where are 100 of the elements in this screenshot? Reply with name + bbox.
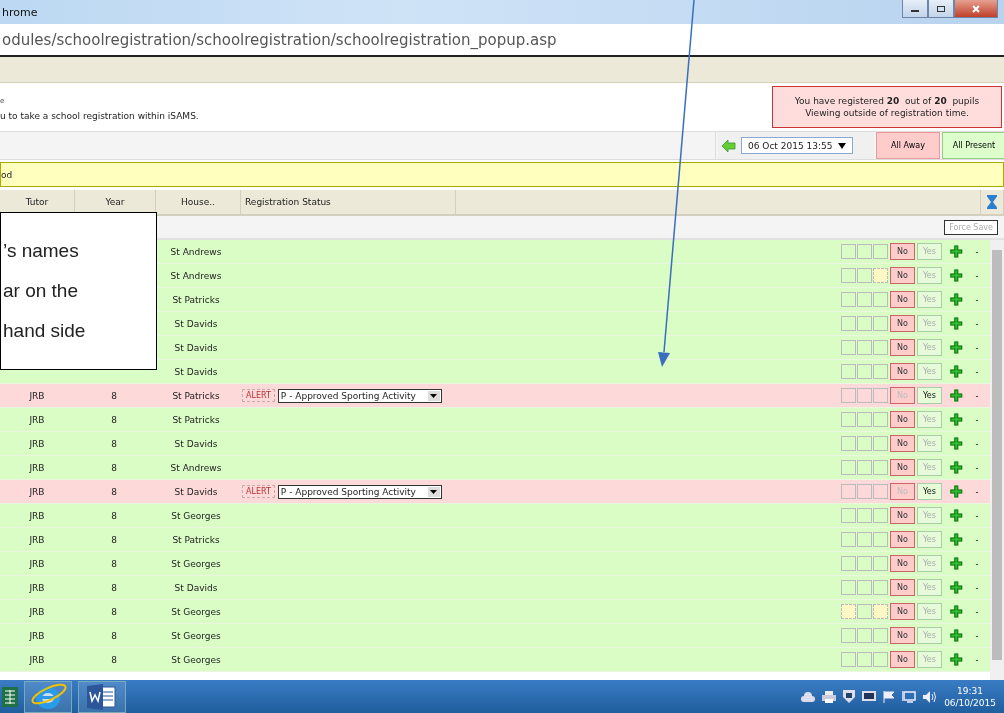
remove-button[interactable]: - <box>970 270 984 281</box>
mark-box[interactable] <box>857 532 872 547</box>
remove-button[interactable]: - <box>970 606 984 617</box>
mark-box[interactable] <box>873 316 888 331</box>
no-button[interactable]: No <box>890 435 915 452</box>
remove-button[interactable]: - <box>970 630 984 641</box>
mark-box[interactable] <box>841 316 856 331</box>
mark-box[interactable] <box>873 604 888 619</box>
no-button[interactable]: No <box>890 291 915 308</box>
no-button[interactable]: No <box>890 555 915 572</box>
mark-box[interactable] <box>873 556 888 571</box>
mark-box[interactable] <box>857 364 872 379</box>
hourglass-icon[interactable] <box>987 195 997 209</box>
remove-button[interactable]: - <box>970 342 984 353</box>
table-row[interactable]: JRB 8 St Davids No Yes ✚ - <box>0 576 990 600</box>
mark-box[interactable] <box>841 436 856 451</box>
mark-box[interactable] <box>857 316 872 331</box>
remove-button[interactable]: - <box>970 246 984 257</box>
no-button[interactable]: No <box>890 579 915 596</box>
shield-icon[interactable] <box>843 690 856 703</box>
mark-box[interactable] <box>857 484 872 499</box>
mark-box[interactable] <box>873 484 888 499</box>
table-row[interactable]: JRB 8 St Patricks No Yes ✚ - <box>0 408 990 432</box>
mark-box[interactable] <box>857 436 872 451</box>
mark-box[interactable] <box>873 460 888 475</box>
remove-button[interactable]: - <box>970 294 984 305</box>
spreadsheet-icon[interactable] <box>2 684 18 709</box>
no-button[interactable]: No <box>890 315 915 332</box>
yes-button[interactable]: Yes <box>917 483 942 500</box>
table-row[interactable]: JRB 8 St Patricks No Yes ✚ - <box>0 528 990 552</box>
network-monitor-icon[interactable] <box>862 690 877 703</box>
mark-box[interactable] <box>841 532 856 547</box>
mark-box[interactable] <box>857 580 872 595</box>
mark-box[interactable] <box>873 652 888 667</box>
mark-box[interactable] <box>857 340 872 355</box>
mark-box[interactable] <box>841 556 856 571</box>
mark-box[interactable] <box>841 628 856 643</box>
mark-box[interactable] <box>841 412 856 427</box>
table-row[interactable]: JRB 8 St Patricks ALERT P - Approved Sporting Activity No Yes ✚ - <box>0 384 990 408</box>
speaker-icon[interactable] <box>923 690 938 703</box>
mark-box[interactable] <box>841 340 856 355</box>
mark-box[interactable] <box>841 604 856 619</box>
remove-button[interactable]: - <box>970 438 984 449</box>
no-button[interactable]: No <box>890 267 915 284</box>
computer-icon[interactable] <box>902 690 917 703</box>
remove-button[interactable]: - <box>970 318 984 329</box>
table-row[interactable]: JRB 8 St Georges No Yes ✚ - <box>0 648 990 672</box>
close-button[interactable] <box>954 0 998 18</box>
no-button[interactable]: No <box>890 411 915 428</box>
mark-box[interactable] <box>873 364 888 379</box>
remove-button[interactable]: - <box>970 534 984 545</box>
no-button[interactable]: No <box>890 507 915 524</box>
no-button[interactable]: No <box>890 531 915 548</box>
yes-button[interactable]: Yes <box>917 387 942 404</box>
mark-box[interactable] <box>841 460 856 475</box>
mark-box[interactable] <box>841 292 856 307</box>
scrollbar[interactable] <box>990 240 1004 680</box>
mark-box[interactable] <box>857 508 872 523</box>
printer-icon[interactable] <box>822 690 837 703</box>
column-header[interactable]: Registration Status <box>241 190 456 214</box>
mark-box[interactable] <box>841 508 856 523</box>
mark-box[interactable] <box>857 292 872 307</box>
mark-box[interactable] <box>857 556 872 571</box>
flag-icon[interactable] <box>883 690 896 703</box>
remove-button[interactable]: - <box>970 510 984 521</box>
no-button[interactable]: No <box>890 363 915 380</box>
mark-box[interactable] <box>841 484 856 499</box>
remove-button[interactable]: - <box>970 366 984 377</box>
document-app-icon[interactable] <box>87 683 117 710</box>
mark-box[interactable] <box>841 244 856 259</box>
table-row[interactable]: JRB 8 St Davids ALERT P - Approved Sporting Activity No Yes ✚ - <box>0 480 990 504</box>
mark-box[interactable] <box>841 268 856 283</box>
all-away-button[interactable]: All Away <box>876 132 940 159</box>
mark-box[interactable] <box>873 340 888 355</box>
mark-box[interactable] <box>857 604 872 619</box>
table-row[interactable]: JRB 8 St Andrews No Yes ✚ - <box>0 456 990 480</box>
mark-box[interactable] <box>857 388 872 403</box>
mark-box[interactable] <box>873 628 888 643</box>
remove-button[interactable]: - <box>970 582 984 593</box>
mark-box[interactable] <box>873 532 888 547</box>
cloud-icon[interactable] <box>801 691 816 702</box>
remove-button[interactable]: - <box>970 486 984 497</box>
maximize-button[interactable] <box>928 0 954 18</box>
mark-box[interactable] <box>857 652 872 667</box>
mark-box[interactable] <box>873 292 888 307</box>
mark-box[interactable] <box>841 652 856 667</box>
remove-button[interactable]: - <box>970 558 984 569</box>
mark-box[interactable] <box>841 388 856 403</box>
mark-box[interactable] <box>857 628 872 643</box>
no-button[interactable]: No <box>890 603 915 620</box>
browser-icon[interactable] <box>28 681 68 712</box>
mark-box[interactable] <box>873 268 888 283</box>
table-row[interactable]: JRB 8 St Georges No Yes ✚ - <box>0 504 990 528</box>
address-url[interactable]: odules/schoolregistration/schoolregistration/schoolregistration_popup.asp <box>2 30 557 49</box>
all-present-button[interactable]: All Present <box>942 132 1004 159</box>
table-row[interactable]: JRB 8 St Georges No Yes ✚ - <box>0 624 990 648</box>
mark-box[interactable] <box>841 580 856 595</box>
table-row[interactable]: JRB 8 St Georges No Yes ✚ - <box>0 552 990 576</box>
date-select[interactable]: 06 Oct 2015 13:55 <box>741 137 853 154</box>
mark-box[interactable] <box>857 268 872 283</box>
